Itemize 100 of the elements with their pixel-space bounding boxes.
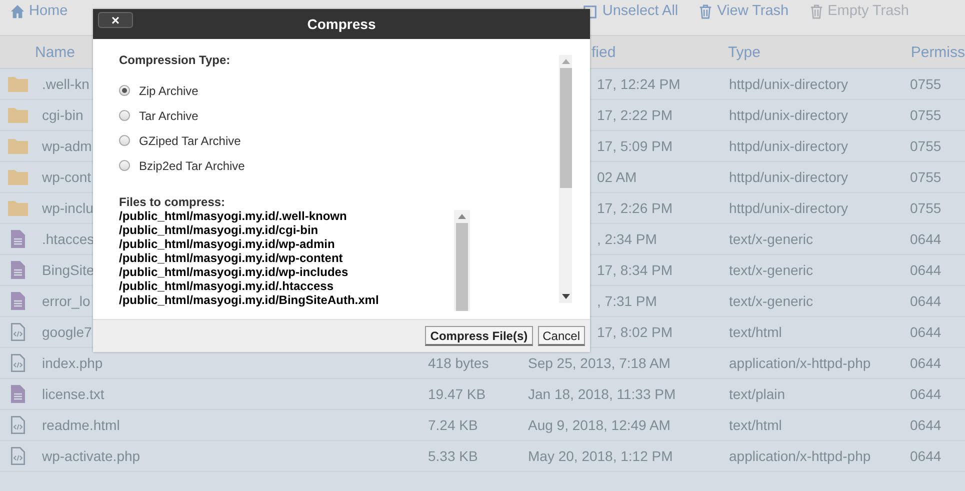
table-row[interactable]: license.txt 19.47 KB Jan 18, 2018, 11:33 PM text/plain 0644	[0, 379, 965, 410]
code-file-icon	[10, 447, 24, 465]
permissions: 0644	[910, 231, 942, 247]
document-icon	[10, 230, 24, 248]
table-row[interactable]: wp-activate.php 5.33 KB May 20, 2018, 1:12 PM application/x-httpd-php 0644	[0, 441, 965, 472]
radio-label[interactable]: Zip Archive	[139, 84, 198, 98]
code-file-icon	[10, 416, 24, 434]
file-name: BingSite	[42, 262, 94, 278]
radio-button[interactable]	[119, 135, 130, 146]
modified-date: 17, 2:22 PM	[597, 107, 672, 123]
file-type: httpd/unix-directory	[729, 76, 848, 92]
permissions: 0755	[910, 76, 942, 92]
file-name: google7	[42, 324, 92, 340]
file-name: index.php	[42, 355, 103, 371]
file-name: wp-cont	[42, 169, 92, 185]
permissions: 0755	[910, 138, 942, 154]
document-icon	[10, 292, 24, 310]
permissions: 0644	[910, 417, 942, 433]
table-row[interactable]: readme.html 7.24 KB Aug 9, 2018, 12:49 AM text/html 0644	[0, 410, 965, 441]
file-type: text/html	[729, 324, 782, 340]
modified-date: Jan 18, 2018, 11:33 PM	[528, 386, 676, 402]
file-path: /public_html/masyogi.my.id/.well-known	[119, 209, 348, 223]
file-size: 7.24 KB	[428, 417, 478, 433]
toolbar-button[interactable]: View Trash	[692, 0, 795, 22]
file-name: .well-kn	[42, 76, 90, 92]
file-type: application/x-httpd-php	[729, 448, 871, 464]
file-path: /public_html/masyogi.my.id/BingSiteAuth.xml	[119, 293, 380, 307]
scrollbar[interactable]	[559, 55, 572, 303]
document-icon	[10, 385, 24, 403]
folder-icon	[8, 76, 28, 92]
permissions: 0644	[910, 262, 942, 278]
column-header[interactable]: Type	[728, 44, 911, 60]
modified-date: 17, 2:26 PM	[597, 200, 672, 216]
folder-icon	[8, 138, 28, 154]
section-label: Files to compress:	[119, 195, 226, 209]
file-type: httpd/unix-directory	[729, 138, 848, 154]
modified-date: , 2:34 PM	[597, 231, 657, 247]
trash-icon	[698, 4, 714, 18]
file-type: httpd/unix-directory	[729, 107, 848, 123]
dialog-title: Compress	[307, 16, 376, 32]
scroll-down-icon[interactable]	[562, 294, 570, 299]
permissions: 0755	[910, 200, 942, 216]
radio-button[interactable]	[119, 160, 130, 171]
scroll-up-icon[interactable]	[562, 59, 570, 64]
file-name: wp-adm	[42, 138, 92, 154]
file-name: error_lo	[42, 293, 90, 309]
code-file-icon	[10, 323, 24, 341]
trash-icon	[808, 4, 824, 18]
scroll-up-icon[interactable]	[458, 214, 466, 219]
close-button[interactable]: ×	[98, 12, 133, 28]
toolbar-button[interactable]: Home	[4, 0, 74, 22]
file-path: /public_html/masyogi.my.id/.htaccess	[119, 279, 335, 293]
folder-icon	[8, 169, 28, 185]
file-name: wp-activate.php	[42, 448, 140, 464]
file-name: wp-inclu	[42, 200, 94, 216]
modified-date: 17, 8:34 PM	[597, 262, 672, 278]
file-type: text/html	[729, 417, 782, 433]
compress-button[interactable]: Compress File(s)	[425, 326, 533, 346]
code-file-icon	[10, 354, 24, 372]
file-type: httpd/unix-directory	[729, 169, 848, 185]
modified-date: 02 AM	[597, 169, 637, 185]
permissions: 0644	[910, 293, 942, 309]
file-name: license.txt	[42, 386, 104, 402]
permissions: 0644	[910, 448, 942, 464]
file-type: text/x-generic	[729, 293, 814, 309]
scrollbar[interactable]	[454, 210, 470, 311]
file-type: httpd/unix-directory	[729, 200, 848, 216]
file-path: /public_html/masyogi.my.id/wp-includes	[119, 265, 350, 279]
radio-button[interactable]	[119, 110, 130, 121]
file-size: 418 bytes	[428, 355, 489, 371]
file-name: .htacces	[42, 231, 94, 247]
permissions: 0755	[910, 107, 942, 123]
home-icon	[10, 4, 25, 18]
file-path: /public_html/masyogi.my.id/cgi-bin	[119, 223, 320, 237]
permissions: 0644	[910, 355, 942, 371]
file-path: /public_html/masyogi.my.id/wp-content	[119, 251, 344, 265]
section-label: Compression Type:	[119, 53, 232, 67]
modified-date: 17, 8:02 PM	[597, 324, 672, 340]
radio-label[interactable]: GZiped Tar Archive	[139, 134, 241, 148]
modified-date: , 7:31 PM	[597, 293, 657, 309]
document-icon	[10, 261, 24, 279]
file-path: /public_html/masyogi.my.id/wp-admin	[119, 237, 336, 251]
file-name: cgi-bin	[42, 107, 84, 123]
modified-date: Sep 25, 2013, 7:18 AM	[528, 355, 670, 371]
file-type: application/x-httpd-php	[729, 355, 871, 371]
folder-icon	[8, 107, 28, 123]
radio-label[interactable]: Tar Archive	[139, 108, 198, 122]
modified-date: 17, 5:09 PM	[597, 138, 672, 154]
column-header[interactable]: Permiss	[910, 44, 965, 60]
file-type: text/plain	[729, 386, 786, 402]
permissions: 0644	[910, 386, 942, 402]
file-type: text/x-generic	[729, 262, 814, 278]
folder-icon	[8, 200, 28, 216]
radio-label[interactable]: Bzip2ed Tar Archive	[139, 158, 245, 172]
file-name: readme.html	[42, 417, 120, 433]
cancel-button[interactable]: Cancel	[538, 326, 585, 346]
radio-button[interactable]	[119, 85, 130, 96]
modified-date: May 20, 2018, 1:12 PM	[528, 448, 673, 464]
permissions: 0755	[910, 169, 942, 185]
file-type: text/x-generic	[729, 231, 814, 247]
